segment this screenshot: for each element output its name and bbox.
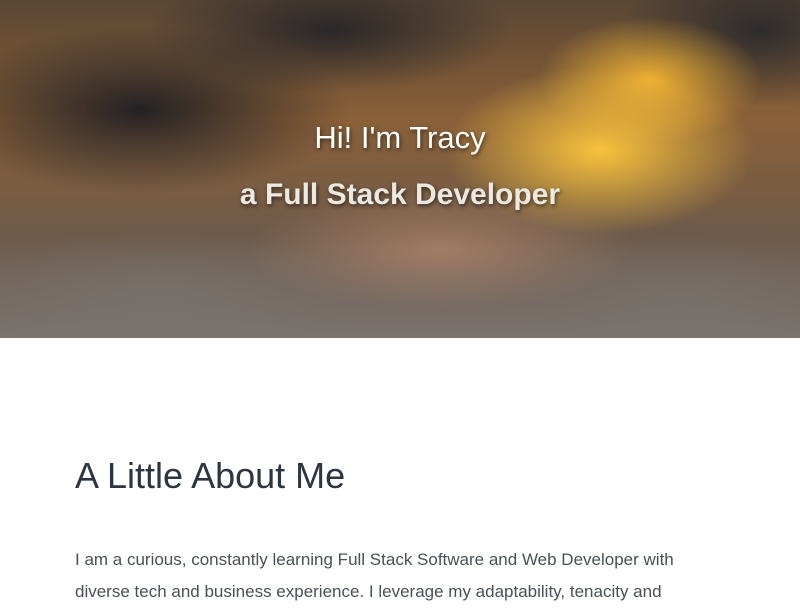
about-heading: A Little About Me: [75, 455, 346, 496]
about-paragraph: I am a curious, constantly learning Full…: [75, 550, 674, 601]
hero-title: Hi! I'm Tracy: [314, 120, 486, 155]
hero-subtitle: a Full Stack Developer: [239, 178, 561, 211]
hero-banner: Hi! I'm Tracy a Full Stack Developer: [0, 0, 800, 338]
